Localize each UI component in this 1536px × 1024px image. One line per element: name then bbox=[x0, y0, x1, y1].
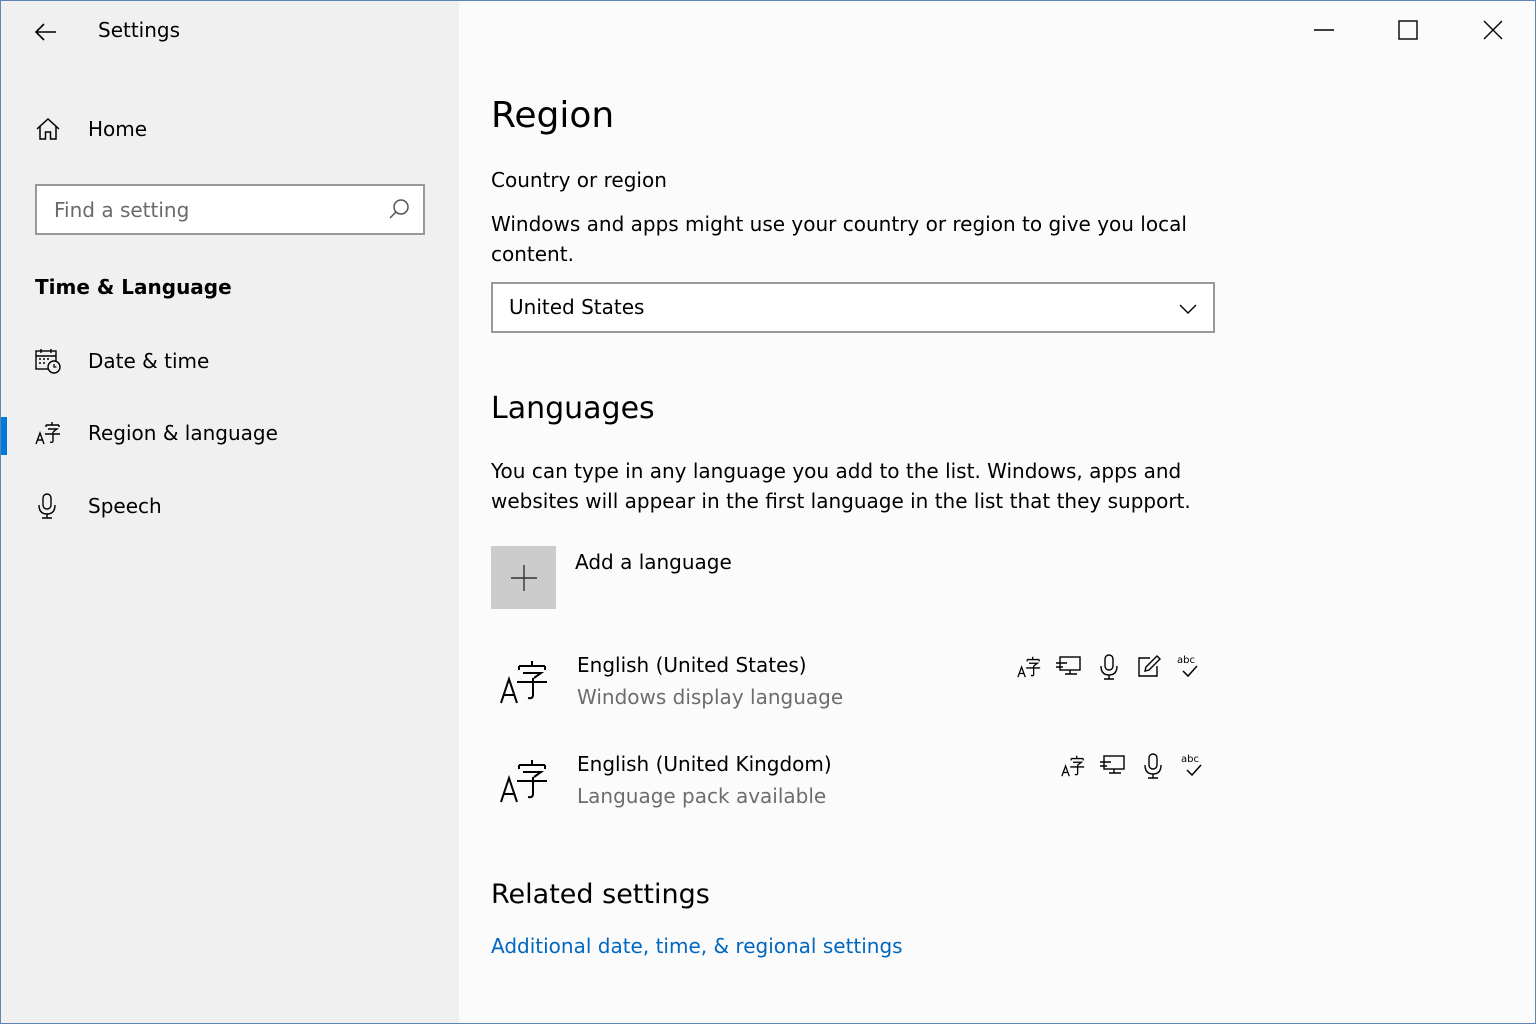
add-tile bbox=[491, 546, 556, 609]
languages-heading: Languages bbox=[491, 391, 655, 426]
sidebar-item-region-language[interactable]: Region & language bbox=[1, 405, 459, 461]
speech-recognition-icon bbox=[1095, 653, 1123, 681]
country-dropdown[interactable]: United States bbox=[491, 282, 1215, 333]
plus-icon bbox=[510, 564, 537, 591]
search-input[interactable] bbox=[37, 186, 377, 233]
sidebar-item-label: Region & language bbox=[88, 421, 278, 445]
home-icon bbox=[33, 114, 63, 144]
language-icon bbox=[33, 418, 63, 448]
search-box[interactable] bbox=[35, 184, 425, 235]
add-language-label: Add a language bbox=[575, 550, 732, 574]
language-name: English (United States) bbox=[577, 653, 807, 677]
display-language-icon bbox=[1015, 653, 1043, 681]
language-icon bbox=[500, 661, 547, 704]
back-arrow-icon bbox=[34, 23, 56, 41]
section-title: Time & Language bbox=[35, 275, 232, 299]
spell-check-icon: abc bbox=[1175, 653, 1203, 681]
feature-icons: abc bbox=[1059, 752, 1207, 782]
language-item-en-us[interactable]: English (United States) Windows display … bbox=[491, 649, 1211, 729]
country-label: Country or region bbox=[491, 168, 667, 192]
chevron-down-icon bbox=[1179, 304, 1197, 314]
handwriting-icon bbox=[1135, 653, 1163, 681]
language-icon bbox=[500, 760, 547, 803]
sidebar-item-date-time[interactable]: Date & time bbox=[1, 333, 459, 389]
spell-check-icon: abc bbox=[1179, 752, 1207, 780]
feature-icons: abc bbox=[1015, 653, 1203, 683]
page-title: Region bbox=[491, 95, 615, 136]
selection-indicator bbox=[1, 417, 7, 455]
sidebar-item-label: Home bbox=[88, 117, 148, 141]
svg-text:abc: abc bbox=[1181, 754, 1199, 765]
sidebar-item-label: Date & time bbox=[88, 349, 210, 373]
display-language-icon bbox=[1059, 752, 1087, 780]
languages-description: You can type in any language you add to … bbox=[491, 459, 1191, 513]
back-button[interactable] bbox=[29, 15, 63, 49]
sidebar-item-speech[interactable]: Speech bbox=[1, 478, 459, 534]
sidebar-item-home[interactable]: Home bbox=[1, 101, 459, 157]
language-item-en-gb[interactable]: English (United Kingdom) Language pack a… bbox=[491, 748, 1211, 828]
search-icon[interactable] bbox=[387, 197, 411, 221]
microphone-icon bbox=[33, 491, 63, 521]
related-settings-heading: Related settings bbox=[491, 879, 710, 910]
add-language-button[interactable]: Add a language bbox=[491, 546, 891, 610]
text-to-speech-icon bbox=[1099, 752, 1127, 780]
language-status: Language pack available bbox=[577, 784, 827, 808]
language-status: Windows display language bbox=[577, 685, 844, 709]
speech-recognition-icon bbox=[1139, 752, 1167, 780]
app-title: Settings bbox=[98, 18, 181, 42]
settings-window: Settings Home Time & Language bbox=[0, 0, 1536, 1024]
sidebar-item-label: Speech bbox=[88, 494, 162, 518]
country-selected-value: United States bbox=[509, 295, 645, 319]
country-description: Windows and apps might use your country … bbox=[491, 212, 1187, 266]
calendar-clock-icon bbox=[33, 346, 63, 376]
sidebar: Settings Home Time & Language bbox=[1, 1, 459, 1023]
regional-settings-link[interactable]: Additional date, time, & regional settin… bbox=[491, 934, 903, 958]
text-to-speech-icon bbox=[1055, 653, 1083, 681]
main-content: Region Country or region Windows and app… bbox=[459, 1, 1535, 1023]
svg-text:abc: abc bbox=[1177, 655, 1195, 666]
language-name: English (United Kingdom) bbox=[577, 752, 832, 776]
